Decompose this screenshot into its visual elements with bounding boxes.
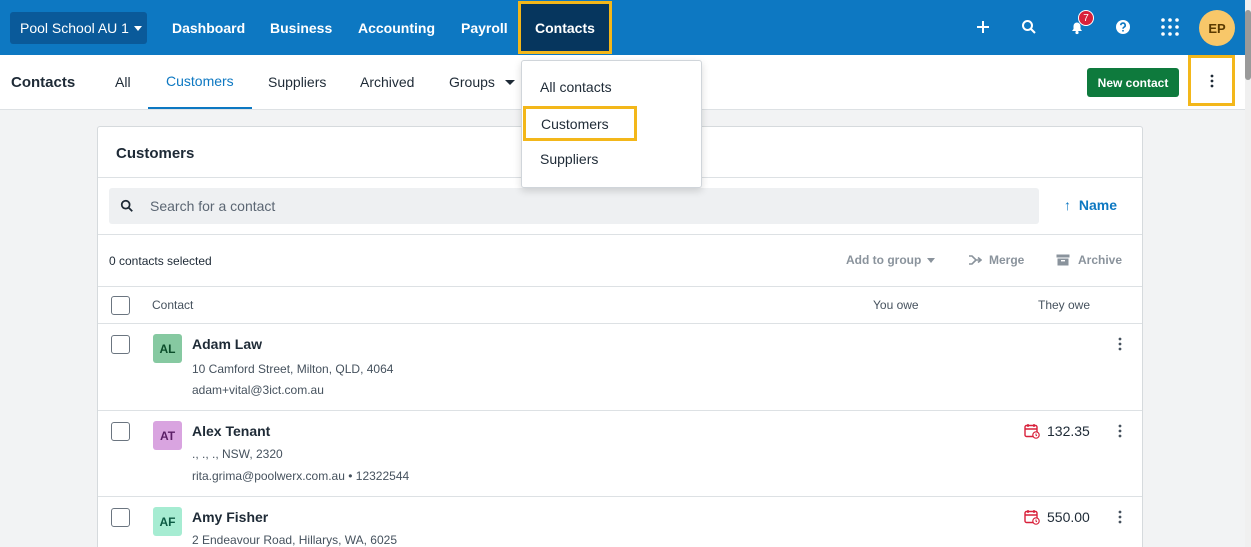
new-contact-button[interactable]: New contact — [1087, 68, 1179, 97]
contact-avatar: AF — [153, 507, 182, 536]
tab-groups[interactable]: Groups — [449, 55, 515, 109]
top-nav-bar: Pool School AU 1 Dashboard Business Acco… — [0, 0, 1245, 55]
apps-grid-icon[interactable] — [1157, 14, 1183, 40]
contact-name[interactable]: Alex Tenant — [192, 423, 270, 439]
notification-badge: 7 — [1078, 10, 1094, 26]
row-checkbox[interactable] — [111, 335, 130, 354]
tab-customers[interactable]: Customers — [148, 55, 252, 109]
tab-groups-label: Groups — [449, 74, 495, 90]
selected-count: 0 contacts selected — [109, 254, 212, 268]
contact-email-phone: rita.grima@poolwerx.com.au • 12322544 — [192, 469, 410, 483]
archive-label: Archive — [1078, 253, 1123, 267]
menu-item-customers[interactable]: Customers — [523, 106, 637, 141]
contact-email: adam+vital@3ict.com.au — [192, 383, 324, 397]
more-options-button[interactable] — [1188, 55, 1235, 106]
menu-item-suppliers[interactable]: Suppliers — [522, 144, 701, 174]
scrollbar-thumb[interactable] — [1245, 10, 1251, 80]
divider — [98, 410, 1142, 411]
divider — [98, 496, 1142, 497]
caret-down-icon — [133, 25, 142, 31]
they-owe-amount: 550.00 — [1047, 509, 1090, 525]
nav-contacts[interactable]: Contacts — [518, 1, 612, 54]
add-to-group-label: Add to group — [846, 253, 922, 267]
search-icon — [120, 199, 133, 212]
page-scrollbar[interactable] — [1245, 0, 1251, 547]
nav-payroll[interactable]: Payroll — [461, 0, 508, 55]
caret-down-icon — [927, 257, 936, 263]
sort-label: Name — [1078, 197, 1118, 213]
divider — [98, 286, 1142, 287]
nav-business[interactable]: Business — [270, 0, 332, 55]
contact-address: ., ., ., NSW, 2320 — [192, 447, 283, 461]
contact-address: 10 Camford Street, Milton, QLD, 4064 — [192, 362, 394, 376]
card-title: Customers — [116, 145, 195, 162]
row-options-button[interactable] — [1114, 422, 1126, 440]
menu-item-all-contacts[interactable]: All contacts — [522, 72, 701, 102]
contacts-dropdown-menu: All contacts Customers Suppliers — [521, 60, 702, 188]
they-owe-amount: 132.35 — [1047, 423, 1090, 439]
divider — [98, 234, 1142, 235]
contact-name[interactable]: Adam Law — [192, 336, 262, 352]
row-options-button[interactable] — [1114, 335, 1126, 353]
divider — [98, 323, 1142, 324]
caret-down-icon — [504, 79, 515, 85]
archive-icon — [1056, 254, 1070, 266]
kebab-icon — [1118, 337, 1122, 351]
help-icon[interactable] — [1110, 14, 1136, 40]
overdue-calendar-icon — [1024, 424, 1040, 439]
arrow-up-icon: ↑ — [1064, 197, 1071, 213]
tab-archived[interactable]: Archived — [360, 55, 414, 109]
user-avatar[interactable]: EP — [1199, 10, 1235, 46]
archive-button[interactable]: Archive — [1056, 253, 1122, 267]
select-all-checkbox[interactable] — [111, 296, 130, 315]
merge-label: Merge — [989, 253, 1025, 267]
merge-icon — [969, 255, 982, 265]
search-bar — [109, 188, 1039, 224]
page-title: Contacts — [11, 74, 76, 91]
merge-button[interactable]: Merge — [968, 253, 1024, 267]
customers-card: Customers ↑ Name 0 contacts selected Add… — [97, 126, 1143, 547]
search-icon[interactable] — [1016, 14, 1042, 40]
kebab-icon — [1118, 424, 1122, 438]
kebab-icon — [1210, 74, 1213, 87]
plus-icon[interactable] — [970, 14, 996, 40]
tab-all[interactable]: All — [115, 55, 131, 109]
column-contact[interactable]: Contact — [152, 298, 193, 312]
org-switcher-button[interactable]: Pool School AU 1 — [10, 12, 147, 44]
contact-avatar: AL — [153, 334, 182, 363]
search-input[interactable] — [150, 198, 950, 214]
contact-avatar: AT — [153, 421, 182, 450]
tab-suppliers[interactable]: Suppliers — [268, 55, 326, 109]
add-to-group-button[interactable]: Add to group — [846, 253, 936, 267]
row-checkbox[interactable] — [111, 422, 130, 441]
org-name: Pool School AU 1 — [20, 20, 129, 36]
nav-accounting[interactable]: Accounting — [358, 0, 435, 55]
kebab-icon — [1118, 510, 1122, 524]
sort-by-name-button[interactable]: ↑ Name — [1064, 197, 1117, 213]
column-you-owe[interactable]: You owe — [873, 298, 919, 312]
row-options-button[interactable] — [1114, 508, 1126, 526]
contact-address: 2 Endeavour Road, Hillarys, WA, 6025 — [192, 533, 397, 547]
overdue-calendar-icon — [1024, 510, 1040, 525]
contact-name[interactable]: Amy Fisher — [192, 509, 268, 525]
row-checkbox[interactable] — [111, 508, 130, 527]
nav-dashboard[interactable]: Dashboard — [172, 0, 245, 55]
column-they-owe[interactable]: They owe — [1038, 298, 1090, 312]
